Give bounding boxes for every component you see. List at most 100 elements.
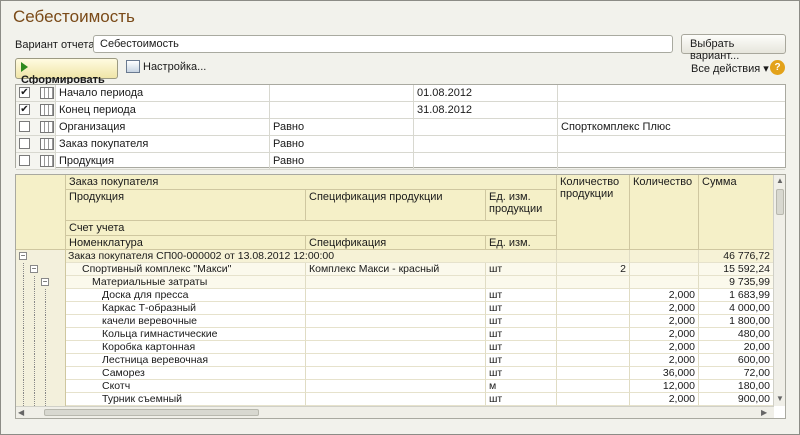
header-account: Счет учета [66, 221, 557, 236]
scroll-right-icon[interactable]: ▶ [761, 408, 767, 417]
tree-line [23, 380, 24, 393]
filter-value[interactable] [414, 136, 558, 152]
filter-value[interactable]: 31.08.2012 [414, 102, 558, 118]
filter-row: Организация Равно Спорткомплекс Плюс [16, 119, 785, 136]
variant-label: Вариант отчета: [15, 39, 98, 51]
variant-input[interactable]: Себестоимость [93, 35, 673, 53]
filter-check-cell: ✔ [16, 85, 56, 101]
row-sum: 4 000,00 [699, 302, 774, 315]
row-unit [486, 276, 557, 289]
table-row[interactable]: − Спортивный комплекс "Макси" Комплекс М… [16, 263, 774, 276]
row-name: Турник съемный [66, 393, 306, 406]
filter-value[interactable]: 01.08.2012 [414, 85, 558, 101]
row-qty-product [557, 289, 630, 302]
row-spec [306, 315, 486, 328]
collapse-toggle-icon[interactable]: − [30, 265, 38, 273]
filter-value-extra[interactable] [558, 102, 785, 118]
table-row[interactable]: Коробка картонная шт 2,000 20,00 [16, 341, 774, 354]
filter-value-extra[interactable] [558, 85, 785, 101]
table-row[interactable]: Лестница веревочная шт 2,000 600,00 [16, 354, 774, 367]
tree-line [45, 328, 46, 341]
filter-checkbox[interactable] [19, 138, 30, 149]
filter-checkbox[interactable] [19, 121, 30, 132]
table-row[interactable]: качели веревочные шт 2,000 1 800,00 [16, 315, 774, 328]
filter-value-extra[interactable] [558, 136, 785, 152]
filters-table: ✔ Начало периода 01.08.2012 ✔ Конец пери… [15, 84, 786, 170]
row-unit: шт [486, 315, 557, 328]
filter-checkbox[interactable]: ✔ [19, 104, 30, 115]
row-spec: Комплекс Макси - красный [306, 263, 486, 276]
table-row[interactable]: Каркас Т-образный шт 2,000 4 000,00 [16, 302, 774, 315]
table-row[interactable]: − Заказ покупателя СП00-000002 от 13.08.… [16, 250, 774, 263]
scroll-left-icon[interactable]: ◀ [18, 408, 24, 417]
tree-line [34, 354, 35, 367]
row-qty [630, 276, 699, 289]
row-qty-product: 2 [557, 263, 630, 276]
scroll-up-icon[interactable]: ▲ [776, 176, 784, 185]
row-qty: 12,000 [630, 380, 699, 393]
tree-line [45, 315, 46, 328]
filter-name: Конец периода [56, 102, 270, 118]
collapse-toggle-icon[interactable]: − [19, 252, 27, 260]
filter-value[interactable] [414, 119, 558, 135]
filter-comparison[interactable]: Равно [270, 136, 414, 152]
vertical-scrollbar[interactable]: ▲ ▼ [773, 175, 785, 406]
all-actions-menu[interactable]: Все действия ▾ [691, 62, 769, 75]
row-gutter [16, 302, 66, 315]
table-row[interactable]: Доска для пресса шт 2,000 1 683,99 [16, 289, 774, 302]
row-unit: шт [486, 302, 557, 315]
table-row[interactable]: Скотч м 12,000 180,00 [16, 380, 774, 393]
tree-line [23, 367, 24, 380]
row-qty-product [557, 354, 630, 367]
row-sum: 72,00 [699, 367, 774, 380]
filter-value[interactable] [414, 153, 558, 169]
tree-line [23, 315, 24, 328]
filter-comparison[interactable] [270, 102, 414, 118]
tree-line [23, 289, 24, 302]
settings-button[interactable]: Настройка... [126, 60, 206, 73]
row-sum: 600,00 [699, 354, 774, 367]
horizontal-scroll-thumb[interactable] [44, 409, 259, 416]
horizontal-scrollbar[interactable]: ◀ ▶ [16, 406, 774, 418]
vertical-scroll-thumb[interactable] [776, 189, 784, 215]
filter-comparison[interactable]: Равно [270, 119, 414, 135]
row-spec [306, 289, 486, 302]
row-name: Кольца гимнастические [66, 328, 306, 341]
scroll-down-icon[interactable]: ▼ [776, 394, 784, 403]
row-spec [306, 328, 486, 341]
collapse-toggle-icon[interactable]: − [41, 278, 49, 286]
filter-checkbox[interactable]: ✔ [19, 87, 30, 98]
row-spec [306, 302, 486, 315]
select-variant-button[interactable]: Выбрать вариант... [681, 34, 786, 62]
row-gutter [16, 393, 66, 406]
filter-checkbox[interactable] [19, 155, 30, 166]
tree-line [45, 289, 46, 302]
row-sum: 46 776,72 [699, 250, 774, 263]
header-qty-product: Количество продукции [557, 175, 630, 250]
tree-line [45, 302, 46, 315]
table-row[interactable]: Кольца гимнастические шт 2,000 480,00 [16, 328, 774, 341]
tree-line [34, 302, 35, 315]
table-row[interactable]: Турник съемный шт 2,000 900,00 [16, 393, 774, 406]
tree-line [45, 341, 46, 354]
tree-line [45, 380, 46, 393]
filter-check-cell [16, 136, 56, 152]
form-report-button[interactable]: Сформировать [15, 58, 118, 86]
filter-name: Организация [56, 119, 270, 135]
row-sum: 900,00 [699, 393, 774, 406]
table-row[interactable]: − Материальные затраты 9 735,99 [16, 276, 774, 289]
filter-comparison[interactable] [270, 85, 414, 101]
row-gutter: − [16, 263, 66, 276]
row-name: Скотч [66, 380, 306, 393]
tree-line [45, 367, 46, 380]
filter-comparison[interactable]: Равно [270, 153, 414, 169]
help-icon[interactable]: ? [770, 60, 785, 75]
tree-line [23, 263, 24, 276]
table-row[interactable]: Саморез шт 36,000 72,00 [16, 367, 774, 380]
tree-line [45, 393, 46, 406]
filter-value-extra[interactable]: Спорткомплекс Плюс [558, 119, 785, 135]
window-title: Себестоимость [13, 7, 135, 26]
filter-value-extra[interactable] [558, 153, 785, 169]
row-spec [306, 341, 486, 354]
row-spec [306, 393, 486, 406]
